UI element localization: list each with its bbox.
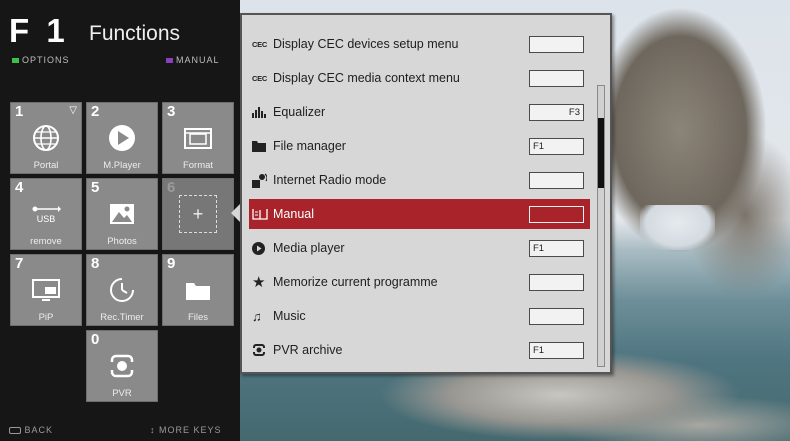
assigned-key-box[interactable]: [529, 172, 584, 189]
tile-number: 0: [91, 331, 100, 348]
tile-number: 7: [15, 255, 24, 272]
menu-pointer-arrow: [231, 204, 240, 222]
format-icon: [181, 123, 215, 153]
tile-number: 1: [15, 103, 24, 120]
tile-number: 5: [91, 179, 100, 196]
legend-manual-label: Manual: [176, 55, 220, 65]
green-key-icon: [12, 57, 19, 63]
panel-title: Functions: [89, 22, 181, 45]
assigned-key-box[interactable]: F1: [529, 240, 584, 257]
f1-function-panel: F 1 Functions Options Manual 1 ▽ Portal …: [0, 0, 240, 441]
assigned-key-box[interactable]: F3: [529, 104, 584, 121]
pip-icon: [29, 275, 63, 305]
shield-icon: ▽: [69, 105, 77, 116]
tile-usb-remove[interactable]: 4 USB remove: [10, 178, 82, 250]
tile-photos[interactable]: 5 Photos: [86, 178, 158, 250]
manual-icon: [249, 208, 273, 220]
assigned-key-box[interactable]: F1: [529, 342, 584, 359]
assigned-key-box[interactable]: [529, 308, 584, 325]
legend-options-label: Options: [22, 55, 70, 65]
globe-icon: [29, 123, 63, 153]
cec-icon: CEC: [249, 40, 273, 49]
tile-media-player[interactable]: 2 M.Player: [86, 102, 158, 174]
tile-add-function[interactable]: 6 +: [162, 178, 234, 250]
scrollbar-thumb[interactable]: [598, 118, 604, 188]
pvr-icon: [249, 343, 273, 357]
star-icon: ★: [252, 274, 266, 291]
list-item-manual[interactable]: Manual: [249, 199, 590, 229]
more-keys-hint: ↕ More keys: [150, 425, 222, 435]
assigned-key-box[interactable]: [529, 274, 584, 291]
timer-icon: [105, 275, 139, 305]
assigned-key-box[interactable]: [529, 36, 584, 53]
tile-label: M.Player: [103, 160, 141, 171]
function-list-menu: CEC Display CEC devices setup menu CEC D…: [240, 13, 612, 374]
list-item-music[interactable]: ♫ Music: [249, 301, 590, 331]
tile-number: 3: [167, 103, 176, 120]
pvr-icon: [105, 351, 139, 381]
assigned-key-box[interactable]: [529, 70, 584, 87]
tile-pvr[interactable]: 0 PVR: [86, 330, 158, 402]
play-icon: [249, 241, 273, 255]
legend-manual: Manual: [166, 55, 220, 65]
list-item-media-player[interactable]: Media player F1: [249, 233, 590, 263]
legend-options: Options: [12, 55, 70, 65]
usb-icon-text: USB: [36, 214, 56, 224]
back-hint-label: Back: [24, 425, 54, 435]
list-scrollbar[interactable]: [597, 85, 605, 367]
cec-icon: CEC: [249, 74, 273, 83]
list-item-equalizer[interactable]: Equalizer F3: [249, 97, 590, 127]
tile-label: Files: [187, 312, 209, 323]
tile-label: Photos: [107, 236, 137, 247]
assigned-key-box[interactable]: [529, 206, 584, 223]
list-item-file-manager[interactable]: File manager F1: [249, 131, 590, 161]
music-icon: ♫: [252, 308, 262, 324]
back-hint: Back: [9, 425, 53, 435]
tile-files[interactable]: 9 Files: [162, 254, 234, 326]
tile-number: 6: [167, 179, 176, 196]
usb-icon: USB: [29, 199, 63, 229]
more-keys-label: More keys: [159, 425, 222, 435]
folder-icon: [181, 275, 215, 305]
tile-number: 4: [15, 179, 24, 196]
cec-icon-text: CEC: [252, 39, 267, 49]
tile-label: remove: [30, 236, 62, 247]
equalizer-icon: [249, 106, 273, 118]
radio-icon: [249, 173, 273, 188]
photo-icon: [105, 199, 139, 229]
tile-number: 8: [91, 255, 100, 272]
tile-label: Portal: [33, 160, 59, 171]
list-item-pvr-archive[interactable]: PVR archive F1: [249, 335, 590, 365]
background-photo-arch: [640, 205, 715, 250]
tile-number: 9: [167, 255, 176, 272]
tile-label: Rec.Timer: [100, 312, 144, 323]
tile-portal[interactable]: 1 ▽ Portal: [10, 102, 82, 174]
list-item-cec-media-context[interactable]: CEC Display CEC media context menu: [249, 63, 590, 93]
tile-number: 2: [91, 103, 100, 120]
more-keys-icon: ↕: [150, 425, 156, 435]
purple-key-icon: [166, 57, 173, 63]
tile-label: PVR: [112, 388, 132, 399]
assigned-key-box[interactable]: F1: [529, 138, 584, 155]
list-item-cec-devices-setup[interactable]: CEC Display CEC devices setup menu: [249, 29, 590, 59]
tile-label: PiP: [38, 312, 54, 323]
cec-icon-text: CEC: [252, 73, 267, 83]
add-icon: +: [179, 195, 217, 233]
back-key-icon: [9, 427, 21, 435]
list-item-memorize-programme[interactable]: ★ Memorize current programme: [249, 267, 590, 297]
folder-icon: [249, 140, 273, 152]
play-icon: [105, 123, 139, 153]
tile-rec-timer[interactable]: 8 Rec.Timer: [86, 254, 158, 326]
tile-label: Format: [182, 160, 214, 171]
tile-pip[interactable]: 7 PiP: [10, 254, 82, 326]
tile-format[interactable]: 3 Format: [162, 102, 234, 174]
f1-key-label: F 1: [9, 12, 69, 49]
list-item-internet-radio[interactable]: Internet Radio mode: [249, 165, 590, 195]
